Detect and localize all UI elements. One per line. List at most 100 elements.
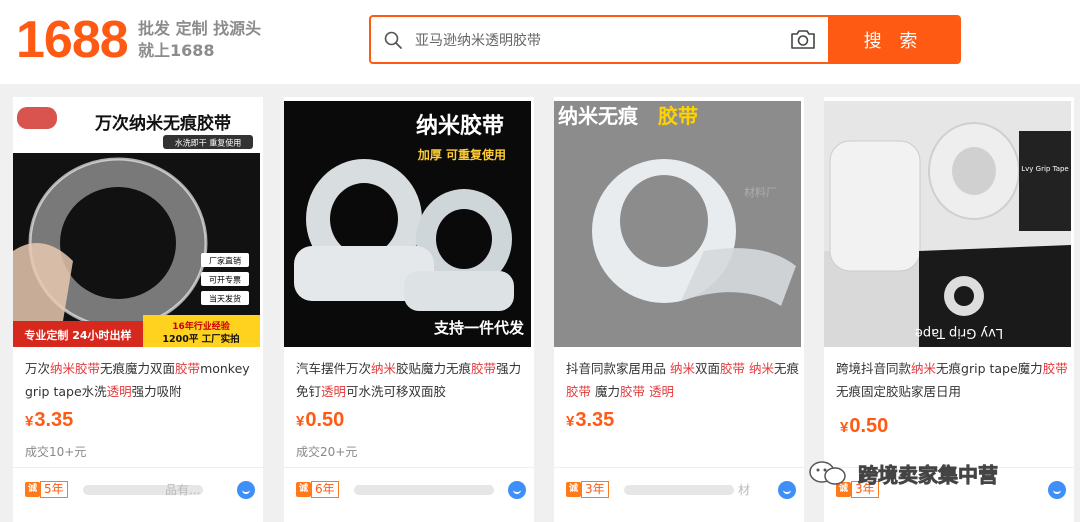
integrity-badge-icon: 诚: [566, 482, 581, 497]
title-text: 无痕固定胶贴家居日用: [836, 384, 962, 399]
image-text: 水洗即干 重复使用: [175, 138, 242, 148]
product-title[interactable]: 汽车摆件万次纳米胶贴魔力无痕胶带强力免钉透明可水洗可移双面胶: [296, 357, 531, 403]
shop-info[interactable]: 诚 3年 材: [566, 481, 796, 501]
image-text: 可开专票: [209, 275, 241, 285]
title-keyword-highlight: 胶带: [175, 361, 201, 376]
title-keyword-highlight: 纳米胶带: [50, 361, 101, 376]
product-price: ¥3.35: [566, 409, 614, 432]
title-keyword-highlight: 透明: [321, 384, 347, 399]
wangwang-chat-icon[interactable]: [778, 481, 796, 499]
image-text: Lvy Grip Tape: [915, 325, 1003, 340]
shop-name-fragment: 品有...: [165, 483, 201, 497]
price-value: 3.35: [575, 409, 615, 431]
divider: [284, 467, 534, 468]
top-header: 1688 批发 定制 找源头 就上1688 搜 索: [0, 0, 1080, 84]
title-keyword-highlight: 胶带: [566, 384, 592, 399]
slogan-line-1: 批发 定制 找源头: [138, 19, 262, 38]
image-text: 材料厂: [744, 185, 777, 199]
product-price: ¥0.50: [296, 409, 344, 432]
product-card-3[interactable]: 纳米无痕 胶带 材料厂 抖音同款家居用品 纳米双面胶带 纳米无痕胶带 魔力胶带 …: [554, 97, 804, 522]
shop-info[interactable]: 诚 5年 品有...: [25, 481, 255, 501]
image-text: Lvy Grip Tape: [1021, 165, 1068, 173]
wangwang-chat-icon[interactable]: [508, 481, 526, 499]
price-value: 0.50: [849, 415, 889, 437]
slogan-line-2: 就上1688: [138, 41, 215, 60]
title-text: 无痕魔力双面: [100, 361, 176, 376]
integrity-badge-icon: 诚: [296, 482, 311, 497]
wangwang-chat-icon[interactable]: [1048, 481, 1066, 499]
title-text: 抖音同款家居用品: [566, 361, 670, 376]
watermark: 跨境卖家集中营: [858, 463, 999, 488]
title-keyword-highlight: 透明: [649, 384, 675, 399]
image-text: 加厚 可重复使用: [417, 147, 506, 162]
price-currency: ¥: [566, 413, 575, 430]
image-text: 纳米胶带: [416, 113, 504, 139]
divider: [554, 467, 804, 468]
title-text: 无痕: [774, 361, 800, 376]
product-card-2[interactable]: 纳米胶带 加厚 可重复使用 支持一件代发 汽车摆件万次纳米胶贴魔力无痕胶带强力免…: [284, 97, 534, 522]
image-text: 专业定制 24小时出样: [24, 328, 131, 342]
wechat-logo-icon: [809, 461, 846, 485]
integrity-badge-icon: 诚: [25, 482, 40, 497]
blurred-shop-name: [354, 485, 494, 495]
title-keyword-highlight: 胶带: [471, 361, 497, 376]
product-title[interactable]: 万次纳米胶带无痕魔力双面胶带monkey grip tape水洗透明强力吸附: [25, 357, 260, 403]
shop-info[interactable]: 诚 6年: [296, 481, 526, 501]
title-text: 跨境抖音同款: [836, 361, 912, 376]
site-slogan: 批发 定制 找源头 就上1688: [138, 18, 261, 62]
price-currency: ¥: [25, 413, 34, 430]
member-years-badge: 5年: [40, 481, 68, 498]
product-image-1[interactable]: 万次纳米无痕胶带 水洗即干 重复使用 厂家直销 可开专票 当天发货 专业定制 2…: [13, 101, 260, 347]
product-image-4[interactable]: Lvy Grip Tape Lvy Grip Tape: [824, 101, 1071, 347]
site-logo[interactable]: 1688: [16, 12, 129, 68]
search-bar: 搜 索: [369, 15, 961, 64]
title-text: 汽车摆件万次: [296, 361, 372, 376]
product-title[interactable]: 抖音同款家居用品 纳米双面胶带 纳米无痕胶带 魔力胶带 透明: [566, 357, 801, 403]
image-text: 厂家直销: [209, 256, 241, 266]
search-button[interactable]: 搜 索: [828, 17, 959, 62]
shop-name-fragment: 材: [738, 483, 751, 497]
title-text: 万次: [25, 361, 51, 376]
divider: [13, 467, 263, 468]
title-keyword-highlight: 纳米: [371, 361, 397, 376]
product-card-1[interactable]: 万次纳米无痕胶带 水洗即干 重复使用 厂家直销 可开专票 当天发货 专业定制 2…: [13, 97, 263, 522]
title-keyword-highlight: 透明: [106, 384, 132, 399]
price-currency: ¥: [296, 413, 305, 430]
price-currency: ¥: [840, 419, 849, 436]
price-value: 0.50: [305, 409, 345, 431]
product-image-3[interactable]: 纳米无痕 胶带 材料厂: [554, 101, 801, 347]
title-keyword-highlight: 胶带: [720, 361, 746, 376]
member-years-badge: 3年: [581, 481, 609, 498]
wangwang-chat-icon[interactable]: [237, 481, 255, 499]
title-text: 魔力: [591, 384, 620, 399]
title-keyword-highlight: 胶带: [620, 384, 646, 399]
search-icon: [384, 31, 402, 49]
image-text: 1200平 工厂实拍: [162, 333, 239, 345]
product-title[interactable]: 跨境抖音同款纳米无痕grip tape魔力胶带无痕固定胶贴家居日用: [836, 357, 1071, 403]
title-text: 无痕grip tape魔力: [936, 361, 1043, 376]
image-text: 万次纳米无痕胶带: [94, 113, 231, 134]
image-text: 支持一件代发: [433, 319, 525, 337]
sales-volume: 成交20+元: [296, 445, 358, 459]
camera-icon[interactable]: [789, 27, 817, 51]
blurred-shop-name: [624, 485, 734, 495]
member-years-badge: 6年: [311, 481, 339, 498]
title-text: 双面: [695, 361, 721, 376]
product-price: ¥0.50: [840, 415, 888, 438]
price-value: 3.35: [34, 409, 74, 431]
title-keyword-highlight: 胶带: [1042, 361, 1068, 376]
product-price: ¥3.35: [25, 409, 73, 432]
title-keyword-highlight: 纳米: [749, 361, 775, 376]
product-image-2[interactable]: 纳米胶带 加厚 可重复使用 支持一件代发: [284, 101, 531, 347]
search-input[interactable]: [415, 17, 775, 62]
title-text: 胶贴魔力无痕: [396, 361, 472, 376]
title-text: 可水洗可移双面胶: [346, 384, 447, 399]
sales-volume: 成交10+元: [25, 445, 87, 459]
title-keyword-highlight: 纳米: [911, 361, 937, 376]
title-text: 强力吸附: [131, 384, 182, 399]
image-text: 纳米无痕: [558, 104, 639, 128]
image-text: 当天发货: [209, 294, 241, 304]
image-text: 胶带: [658, 104, 698, 128]
image-text: 16年行业经验: [172, 320, 231, 332]
title-keyword-highlight: 纳米: [669, 361, 695, 376]
